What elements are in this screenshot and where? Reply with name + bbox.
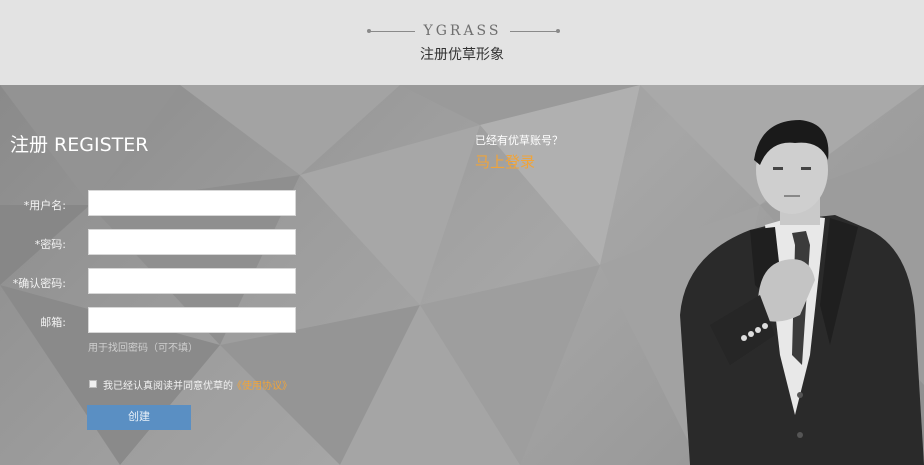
brand-logo[interactable]: YGRASS xyxy=(0,22,924,42)
brand-name: YGRASS xyxy=(423,23,502,39)
password-input[interactable] xyxy=(88,229,296,255)
page-tagline: 注册优草形象 xyxy=(420,47,504,63)
brand-ornament-line xyxy=(369,31,415,32)
register-title: 注册 REGISTER xyxy=(10,134,149,156)
agree-checkbox[interactable] xyxy=(89,380,97,388)
register-panel: 注册 REGISTER *用户名: *密码: *确认密码: 邮箱: 用于找回密码… xyxy=(0,85,924,465)
password-label: *密码: xyxy=(34,238,66,251)
agree-text: 我已经认真阅读并同意优草的 xyxy=(103,381,233,392)
username-input[interactable] xyxy=(88,190,296,216)
brand-ornament-dot xyxy=(556,29,560,33)
login-link[interactable]: 马上登录 xyxy=(475,151,535,172)
terms-link[interactable]: 《使用协议》 xyxy=(232,377,292,392)
email-hint: 用于找回密码（可不填） xyxy=(88,343,198,354)
confirm-password-label: *确认密码: xyxy=(12,277,66,290)
confirm-password-input[interactable] xyxy=(88,268,296,294)
have-account-text: 已经有优草账号？ xyxy=(475,134,563,147)
model-photo xyxy=(680,120,924,465)
username-label: *用户名: xyxy=(23,199,66,212)
create-account-button[interactable]: 创建 xyxy=(87,405,191,430)
email-label: 邮箱: xyxy=(40,316,66,329)
site-header: YGRASS 注册优草形象 xyxy=(0,0,924,85)
brand-ornament-line xyxy=(510,31,558,32)
email-input[interactable] xyxy=(88,307,296,333)
